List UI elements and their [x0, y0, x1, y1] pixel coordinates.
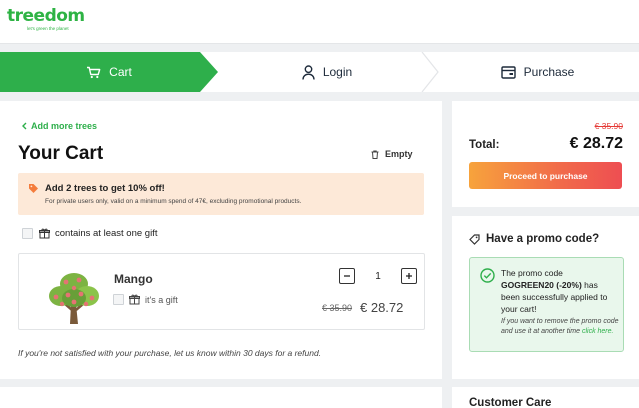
proceed-to-purchase-button[interactable]: Proceed to purchase [469, 162, 622, 189]
item-price: € 28.72 [360, 300, 404, 315]
item-gift-label: it's a gift [145, 294, 178, 305]
empty-label: Empty [385, 149, 413, 159]
step-purchase-label: Purchase [523, 65, 575, 79]
page-title: Your Cart [18, 143, 104, 164]
summary-old-total: € 35.90 [594, 121, 623, 131]
trash-icon [371, 150, 379, 159]
item-gift-option[interactable]: it's a gift [113, 294, 178, 305]
checkout-steps: Cart Login Purchase [0, 52, 639, 92]
item-gift-checkbox[interactable] [113, 294, 124, 305]
promo-code-panel: Have a promo code? The promo code GOGREE… [452, 216, 639, 379]
promo-heading-label: Have a promo code? [486, 233, 600, 245]
promo-line1: The promo code [501, 268, 563, 278]
site-header: treedom let's green the planet [0, 0, 639, 44]
user-icon [302, 64, 315, 80]
promo-success-text: The promo code GOGREEN20 (-20%) has been… [501, 267, 619, 315]
gift-checkbox[interactable] [22, 228, 33, 239]
next-section-card [0, 387, 442, 408]
logo-wordmark: treedom [7, 6, 85, 26]
refund-note: If you're not satisfied with your purcha… [18, 348, 322, 358]
banner-title: Add 2 trees to get 10% off! [45, 183, 165, 194]
item-old-price: € 35.90 [322, 303, 353, 313]
step-login-label: Login [322, 65, 353, 79]
quantity-stepper: 1 [339, 268, 417, 284]
banner-subtitle: For private users only, valid on a minim… [45, 198, 302, 205]
treedom-logo[interactable]: treedom let's green the planet [7, 6, 85, 36]
add-more-label: Add more trees [31, 121, 98, 131]
promo-success-message: The promo code GOGREEN20 (-20%) has been… [469, 257, 624, 352]
quantity-value[interactable]: 1 [355, 271, 401, 282]
total-value: € 28.72 [569, 135, 623, 152]
logo-tagline: let's green the planet [27, 26, 69, 31]
promo-heading: Have a promo code? [469, 233, 599, 245]
discount-banner: Add 2 trees to get 10% off! For private … [18, 173, 424, 215]
plus-icon [406, 273, 412, 279]
gift-icon [129, 294, 140, 305]
chevron-left-icon [22, 122, 27, 130]
promo-remove-note: If you want to remove the promo code and… [501, 317, 619, 336]
cart-panel: Add more trees Your Cart Empty Add 2 tre… [0, 101, 442, 379]
customer-care-title: Customer Care [469, 397, 552, 408]
gift-icon [39, 228, 50, 239]
step-cart[interactable]: Cart [0, 52, 218, 92]
decrease-quantity-button[interactable] [339, 268, 355, 284]
step-purchase[interactable]: Purchase [436, 52, 639, 92]
tag-outline-icon [469, 233, 480, 245]
add-more-trees-link[interactable]: Add more trees [21, 121, 97, 131]
cart-icon [87, 66, 101, 78]
minus-icon [344, 275, 350, 277]
order-summary: € 35.90 Total: € 28.72 Proceed to purcha… [452, 101, 639, 207]
promo-code-value: GOGREEN20 (-20%) [501, 280, 582, 290]
cart-item: Mango it's a gift 1 € 35.90 € 28.72 [18, 253, 425, 330]
customer-care-panel: Customer Care [452, 387, 639, 408]
wallet-icon [500, 65, 516, 79]
increase-quantity-button[interactable] [401, 268, 417, 284]
step-login[interactable]: Login [218, 52, 436, 92]
empty-cart-button[interactable]: Empty [371, 149, 413, 159]
tag-icon [29, 184, 38, 193]
item-name: Mango [114, 272, 153, 286]
total-label: Total: [469, 139, 500, 151]
mango-tree-image [49, 273, 99, 324]
check-circle-icon [480, 268, 495, 283]
step-cart-label: Cart [109, 65, 132, 79]
remove-promo-link[interactable]: click here. [582, 328, 614, 335]
gift-option-label: contains at least one gift [55, 228, 158, 239]
gift-option[interactable]: contains at least one gift [22, 228, 157, 239]
